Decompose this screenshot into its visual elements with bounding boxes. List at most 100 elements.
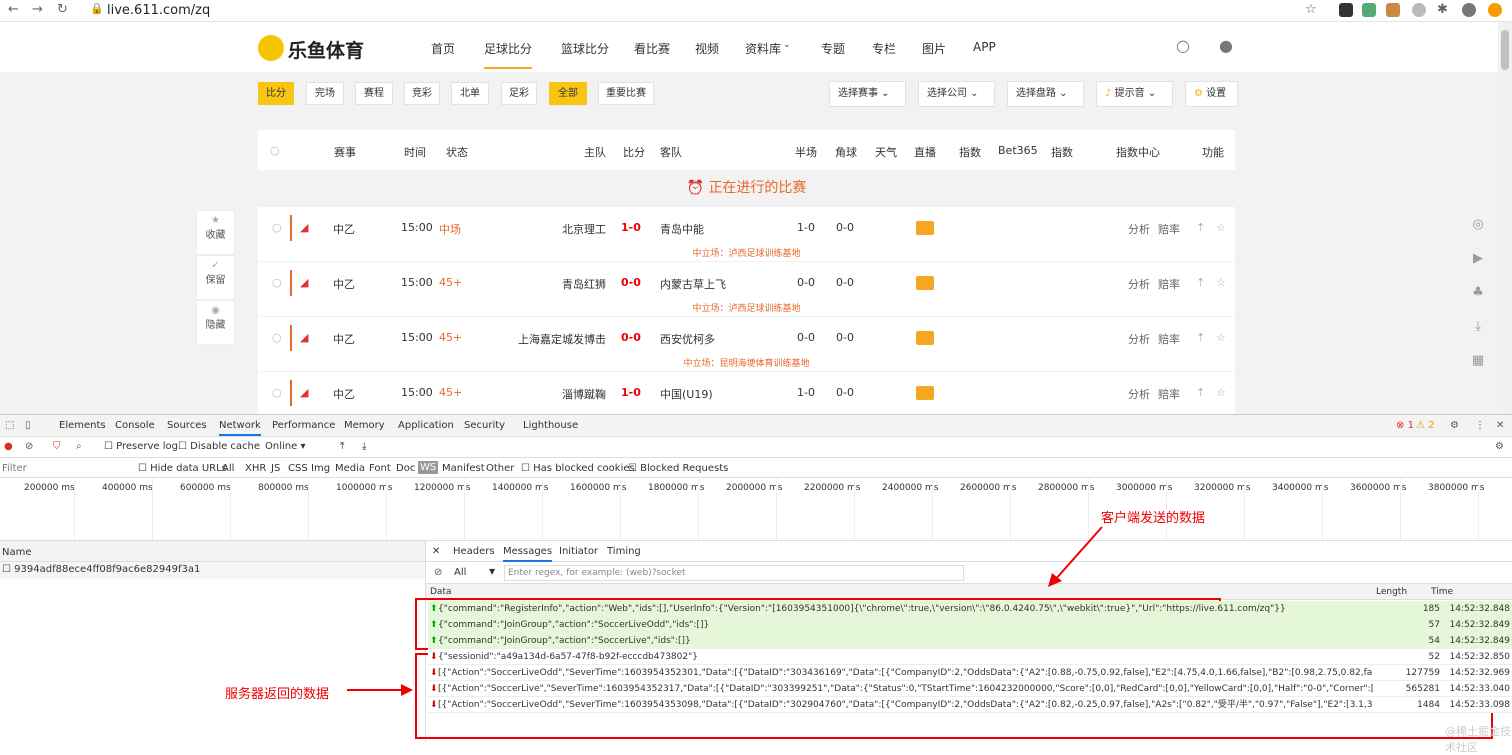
avatar[interactable] [1462, 3, 1476, 17]
link-analysis[interactable]: 分析 [1128, 331, 1150, 347]
type-manifest[interactable]: Manifest [442, 463, 485, 474]
nav-item[interactable]: 专栏 [872, 40, 896, 57]
tab-memory[interactable]: Memory [344, 420, 385, 431]
tab-elements[interactable]: Elements [59, 420, 106, 431]
nav-item[interactable]: 专题 [821, 40, 845, 57]
tab-initiator[interactable]: Initiator [559, 546, 598, 557]
type-all[interactable]: All [222, 463, 234, 474]
qrcode-icon[interactable]: ▦ [1469, 344, 1487, 378]
inspect-icon[interactable]: ⬚ [5, 420, 14, 431]
logo-icon[interactable] [258, 35, 284, 61]
extension-icon[interactable] [1386, 3, 1400, 17]
star-icon[interactable]: ☆ [1216, 331, 1226, 344]
preserve-log-checkbox[interactable]: ☐ Preserve log [104, 441, 178, 452]
link-analysis[interactable]: 分析 [1128, 221, 1150, 237]
blocked-cookies-checkbox[interactable]: ☐ Has blocked cookies [521, 463, 635, 474]
download-icon[interactable]: ⤓ [1469, 310, 1487, 344]
match-checkbox[interactable]: ○ [272, 221, 282, 234]
tab-application[interactable]: Application [398, 420, 454, 431]
match-row[interactable]: ○ ◢ 中乙 15:00 中场 北京理工 1-0 青岛中能 1-0 0-0 分析 赔率 ⇡ ☆ [258, 207, 1235, 249]
message-row[interactable]: ⬇ [{"Action":"SoccerLiveOdd","SeverTime":… [428, 697, 1512, 713]
site-logo[interactable]: 乐鱼体育 [288, 36, 364, 63]
nav-item[interactable]: 看比赛 [634, 40, 670, 57]
link-odds[interactable]: 赔率 [1158, 276, 1180, 292]
filter-icon[interactable]: ⛉ [53, 441, 61, 452]
nav-item[interactable]: 视频 [695, 40, 719, 57]
star-icon[interactable]: ☆ [1216, 221, 1226, 234]
forward-icon[interactable]: → [32, 2, 43, 17]
type-media[interactable]: Media [335, 463, 365, 474]
error-count[interactable]: ⊗ 1 [1396, 420, 1414, 431]
link-odds[interactable]: 赔率 [1158, 386, 1180, 402]
close-icon[interactable]: ✕ [1496, 420, 1504, 431]
request-row[interactable]: ☐ 9394adf88ece4ff08f9ac6e82949f3a1 [0, 562, 425, 579]
filter-schedule[interactable]: 赛程 [355, 82, 393, 105]
device-icon[interactable]: ▯ [25, 420, 31, 431]
match-checkbox[interactable]: ○ [272, 276, 282, 289]
tab-performance[interactable]: Performance [272, 420, 335, 431]
back-icon[interactable]: ← [8, 2, 19, 17]
select-all-checkbox[interactable]: ○ [270, 144, 280, 157]
record-icon[interactable]: ● [4, 441, 13, 452]
match-checkbox[interactable]: ○ [272, 386, 282, 399]
update-icon[interactable] [1488, 3, 1502, 17]
live-stream-icon[interactable] [916, 386, 934, 400]
type-xhr[interactable]: XHR [245, 463, 266, 474]
warning-count[interactable]: ⚠ 2 [1416, 420, 1435, 431]
tab-timing[interactable]: Timing [607, 546, 641, 557]
clear-icon[interactable]: ⊘ [25, 441, 33, 452]
link-analysis[interactable]: 分析 [1128, 276, 1150, 292]
nav-item[interactable]: APP [973, 40, 996, 54]
filter-finished[interactable]: 完场 [306, 82, 344, 105]
tab-network[interactable]: Network [219, 420, 261, 436]
close-icon[interactable]: ✕ [432, 546, 440, 557]
nav-item[interactable]: 图片 [922, 40, 946, 57]
match-checkbox[interactable]: ○ [272, 331, 282, 344]
type-css[interactable]: CSS [288, 463, 308, 474]
keep-button[interactable]: ✓ 保留 [196, 255, 235, 300]
more-icon[interactable]: ⋮ [1475, 420, 1485, 431]
tab-lighthouse[interactable]: Lighthouse [523, 420, 578, 431]
gear-icon[interactable]: ⚙ [1495, 441, 1504, 452]
blocked-requests-checkbox[interactable]: ☐ Blocked Requests [628, 463, 728, 474]
message-row[interactable]: ⬆ {"command":"RegisterInfo","action":"Web… [428, 601, 1512, 617]
search-icon[interactable]: ⌕ [76, 441, 82, 452]
message-type-select[interactable]: All [454, 567, 466, 578]
disable-cache-checkbox[interactable]: ☐ Disable cache [178, 441, 260, 452]
filter-important[interactable]: 重要比赛 [598, 82, 654, 105]
live-stream-icon[interactable] [916, 276, 934, 290]
link-analysis[interactable]: 分析 [1128, 386, 1150, 402]
timeline-overview[interactable]: 200000 ms 400000 ms 600000 ms 800000 ms 1000… [0, 478, 1512, 541]
tab-sources[interactable]: Sources [167, 420, 207, 431]
type-other[interactable]: Other [486, 463, 514, 474]
link-odds[interactable]: 赔率 [1158, 331, 1180, 347]
message-row[interactable]: ⬆ {"command":"JoinGroup","action":"Soccer… [428, 617, 1512, 633]
throttle-select[interactable]: Online ▾ [265, 441, 305, 452]
nav-item[interactable]: 篮球比分 [561, 40, 609, 57]
pin-icon[interactable]: ⇡ [1196, 386, 1205, 399]
filter-zucai[interactable]: 足彩 [501, 82, 537, 105]
user-icon[interactable]: ● [1219, 36, 1233, 55]
pin-icon[interactable]: ⇡ [1196, 331, 1205, 344]
message-row[interactable]: ⬆ {"command":"JoinGroup","action":"Soccer… [428, 633, 1512, 649]
address-bar[interactable]: live.611.com/zq [107, 3, 210, 18]
message-row[interactable]: ⬇ [{"Action":"SoccerLiveOdd","SeverTime":… [428, 665, 1512, 681]
puzzle-icon[interactable]: ✱ [1437, 2, 1448, 17]
filter-input[interactable]: Filter [2, 463, 27, 474]
type-ws[interactable]: WS [418, 461, 439, 474]
extension-icon[interactable] [1339, 3, 1353, 17]
filter-all[interactable]: 全部 [549, 82, 587, 105]
match-row[interactable]: ○ ◢ 中乙 15:00 45+ 青岛红狮 0-0 内蒙古草上飞 0-0 0-0 分析 赔率 ⇡ ☆ [258, 262, 1235, 304]
star-icon[interactable]: ☆ [1305, 2, 1317, 17]
type-js[interactable]: JS [271, 463, 280, 474]
score-icon[interactable]: ◎ [1469, 208, 1487, 242]
video-icon[interactable]: ▶ [1469, 242, 1487, 276]
star-icon[interactable]: ☆ [1216, 276, 1226, 289]
star-icon[interactable]: ☆ [1216, 386, 1226, 399]
live-stream-icon[interactable] [916, 221, 934, 235]
live-stream-icon[interactable] [916, 331, 934, 345]
pin-icon[interactable]: ⇡ [1196, 221, 1205, 234]
filter-score[interactable]: 比分 [258, 82, 294, 105]
extension-icon[interactable] [1362, 3, 1376, 17]
tab-security[interactable]: Security [464, 420, 505, 431]
